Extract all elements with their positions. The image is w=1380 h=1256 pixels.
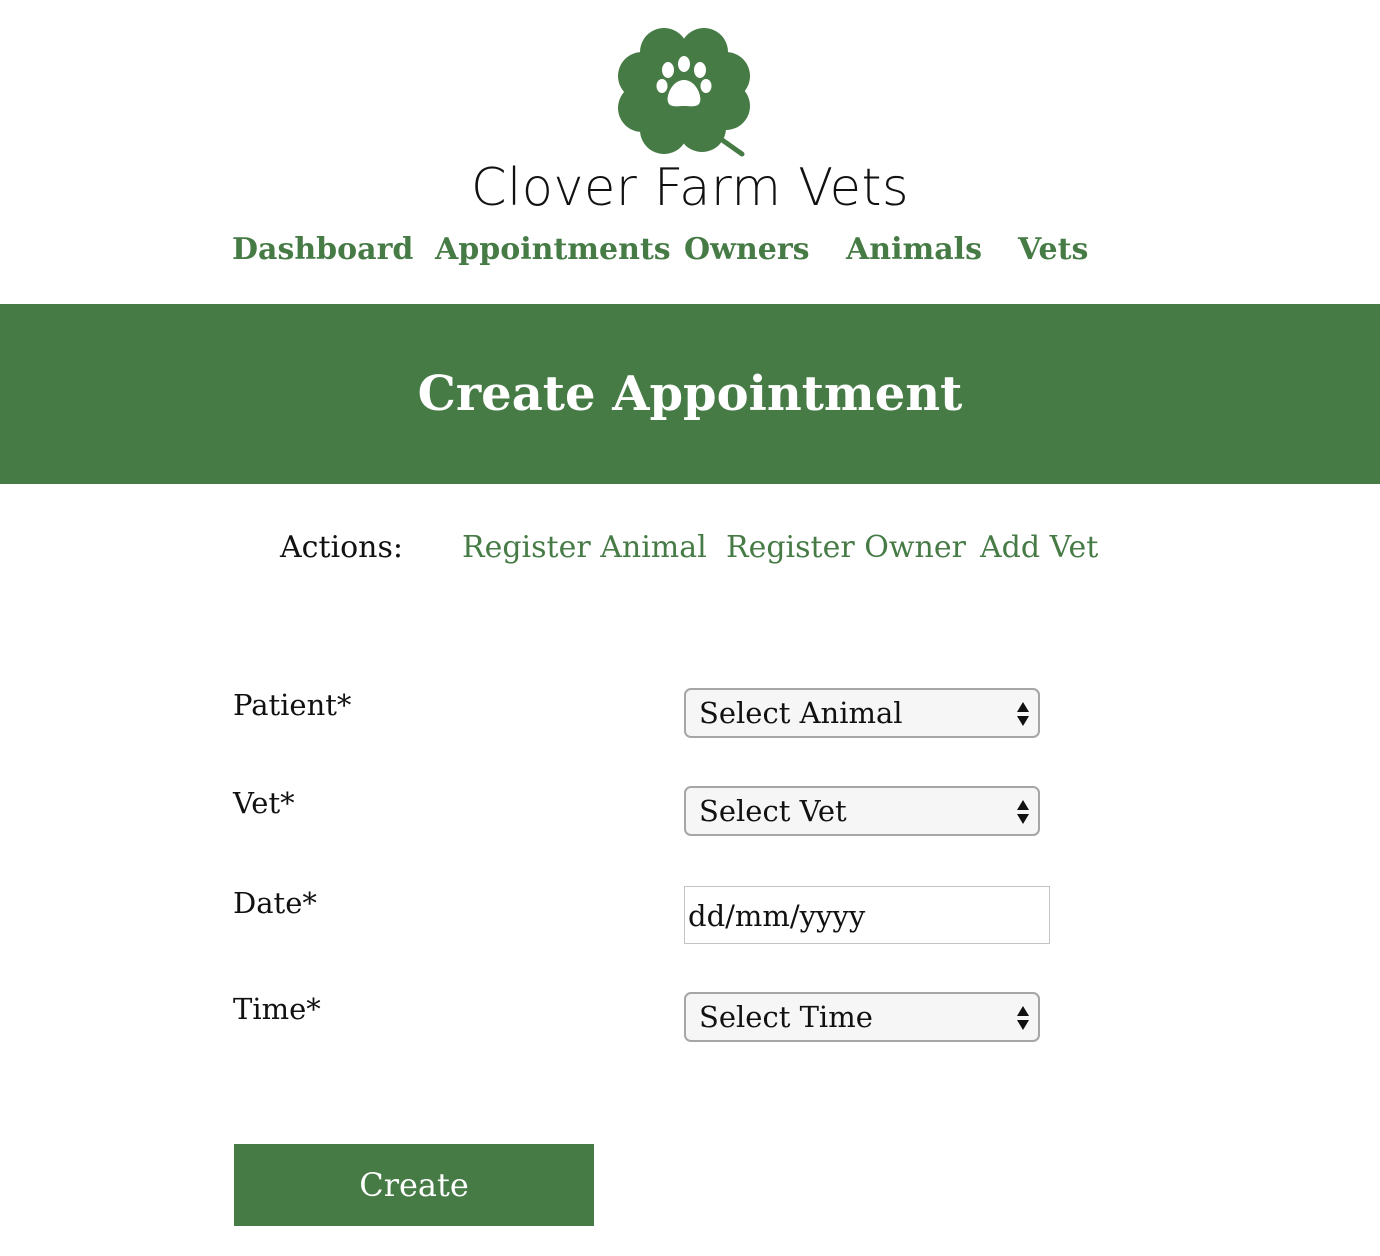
register-animal-link[interactable]: Register Animal <box>462 530 707 565</box>
add-vet-link[interactable]: Add Vet <box>980 530 1098 565</box>
clover-paw-icon <box>618 28 750 157</box>
nav-vets[interactable]: Vets <box>1018 232 1088 267</box>
select-arrows-icon <box>1017 800 1029 824</box>
time-label: Time* <box>233 992 321 1026</box>
brand-name: Clover Farm Vets <box>471 158 909 218</box>
vet-label: Vet* <box>233 786 295 820</box>
actions-bar: Actions: Register Animal Register Owner … <box>0 530 1380 574</box>
page-title: Create Appointment <box>417 366 963 422</box>
vet-select[interactable]: Select Vet <box>684 786 1040 836</box>
time-select[interactable]: Select Time <box>684 992 1040 1042</box>
nav-animals[interactable]: Animals <box>846 232 982 267</box>
main-nav: Dashboard Appointments Owners Animals Ve… <box>0 232 1380 278</box>
patient-select[interactable]: Select Animal <box>684 688 1040 738</box>
actions-label: Actions: <box>280 530 404 565</box>
select-arrows-icon <box>1017 1006 1029 1030</box>
nav-appointments[interactable]: Appointments <box>435 232 671 267</box>
create-button[interactable]: Create <box>234 1144 594 1226</box>
nav-owners[interactable]: Owners <box>684 232 810 267</box>
nav-dashboard[interactable]: Dashboard <box>232 232 413 267</box>
date-placeholder: dd/mm/yyyy <box>688 899 866 933</box>
register-owner-link[interactable]: Register Owner <box>726 530 966 565</box>
date-input[interactable]: dd/mm/yyyy <box>684 886 1050 944</box>
time-select-value: Select Time <box>699 1000 873 1034</box>
select-arrows-icon <box>1017 702 1029 726</box>
patient-label: Patient* <box>233 688 352 722</box>
patient-select-value: Select Animal <box>699 696 903 730</box>
date-label: Date* <box>233 886 317 920</box>
page-banner: Create Appointment <box>0 304 1380 484</box>
vet-select-value: Select Vet <box>699 794 847 828</box>
